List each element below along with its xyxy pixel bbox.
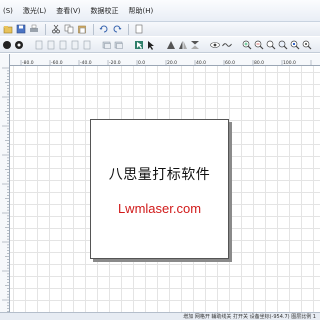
canvas-title-text[interactable]: 八思量打标软件 [91, 164, 228, 184]
toolbar-separator [128, 23, 129, 35]
open-icon[interactable] [2, 24, 13, 35]
zoom-out-icon[interactable] [254, 39, 264, 50]
vertical-ruler [0, 54, 10, 312]
triangle-icon[interactable] [166, 39, 176, 50]
zoom-fit-icon[interactable] [266, 39, 276, 50]
paste-icon[interactable] [76, 24, 87, 35]
select-icon[interactable] [134, 39, 144, 50]
print-icon[interactable] [28, 24, 39, 35]
zoom-page-icon[interactable] [278, 39, 288, 50]
toolbar-separator [93, 23, 94, 35]
page-icon[interactable] [58, 39, 68, 50]
undo-icon[interactable] [98, 24, 109, 35]
circle-icon[interactable] [2, 39, 12, 50]
arrow-icon[interactable] [146, 39, 156, 50]
menu-help[interactable]: 帮助(H) [126, 6, 157, 16]
menu-laser[interactable]: 激光(L) [20, 6, 49, 16]
status-bar: 增加 网格开 辅助线关 打开关 设备坐标(-954.7) 图层比例 1 [0, 312, 320, 320]
drawing-toolbar [0, 37, 320, 53]
page-area[interactable]: 八思量打标软件 Lwmlaser.com [90, 119, 229, 259]
status-text: 增加 网格开 辅助线关 打开关 设备坐标(-954.7) 图层比例 1 [183, 314, 316, 320]
vertical-ruler-scale [2, 67, 9, 312]
page-icon[interactable] [34, 39, 44, 50]
menu-data-correction[interactable]: 数据校正 [88, 6, 122, 16]
zoom-all-icon[interactable] [302, 39, 312, 50]
ruler-scale: -100.0-80.0-60.0-40.0-20.00.020.040.060.… [20, 60, 312, 65]
horizontal-ruler: -100.0-80.0-60.0-40.0-20.00.020.040.060.… [9, 54, 320, 66]
page-icon[interactable] [82, 39, 92, 50]
layer-icon[interactable] [102, 39, 112, 50]
standard-toolbar [0, 22, 320, 36]
cut-icon[interactable] [50, 24, 61, 35]
eye-icon[interactable] [210, 39, 220, 50]
copy-icon[interactable] [63, 24, 74, 35]
zoom-in-icon[interactable] [242, 39, 252, 50]
circle-dot-icon[interactable] [14, 39, 24, 50]
layer-icon[interactable] [114, 39, 124, 50]
menu-bar: (S) 激光(L) 查看(V) 数据校正 帮助(H) [0, 0, 320, 22]
menu-view[interactable]: 查看(V) [53, 6, 83, 16]
page-icon[interactable] [46, 39, 56, 50]
file-icon[interactable] [133, 24, 144, 35]
toolbar-separator [45, 23, 46, 35]
zoom-selection-icon[interactable] [290, 39, 300, 50]
flip-vertical-icon[interactable] [190, 39, 200, 50]
flip-horizontal-icon[interactable] [178, 39, 188, 50]
wave-icon[interactable] [222, 39, 232, 50]
redo-icon[interactable] [111, 24, 122, 35]
canvas-website-text[interactable]: Lwmlaser.com [91, 201, 228, 216]
page-icon[interactable] [70, 39, 80, 50]
menu-edit[interactable]: (S) [0, 7, 16, 15]
save-icon[interactable] [15, 24, 26, 35]
drawing-canvas[interactable]: 八思量打标软件 Lwmlaser.com [10, 66, 320, 312]
